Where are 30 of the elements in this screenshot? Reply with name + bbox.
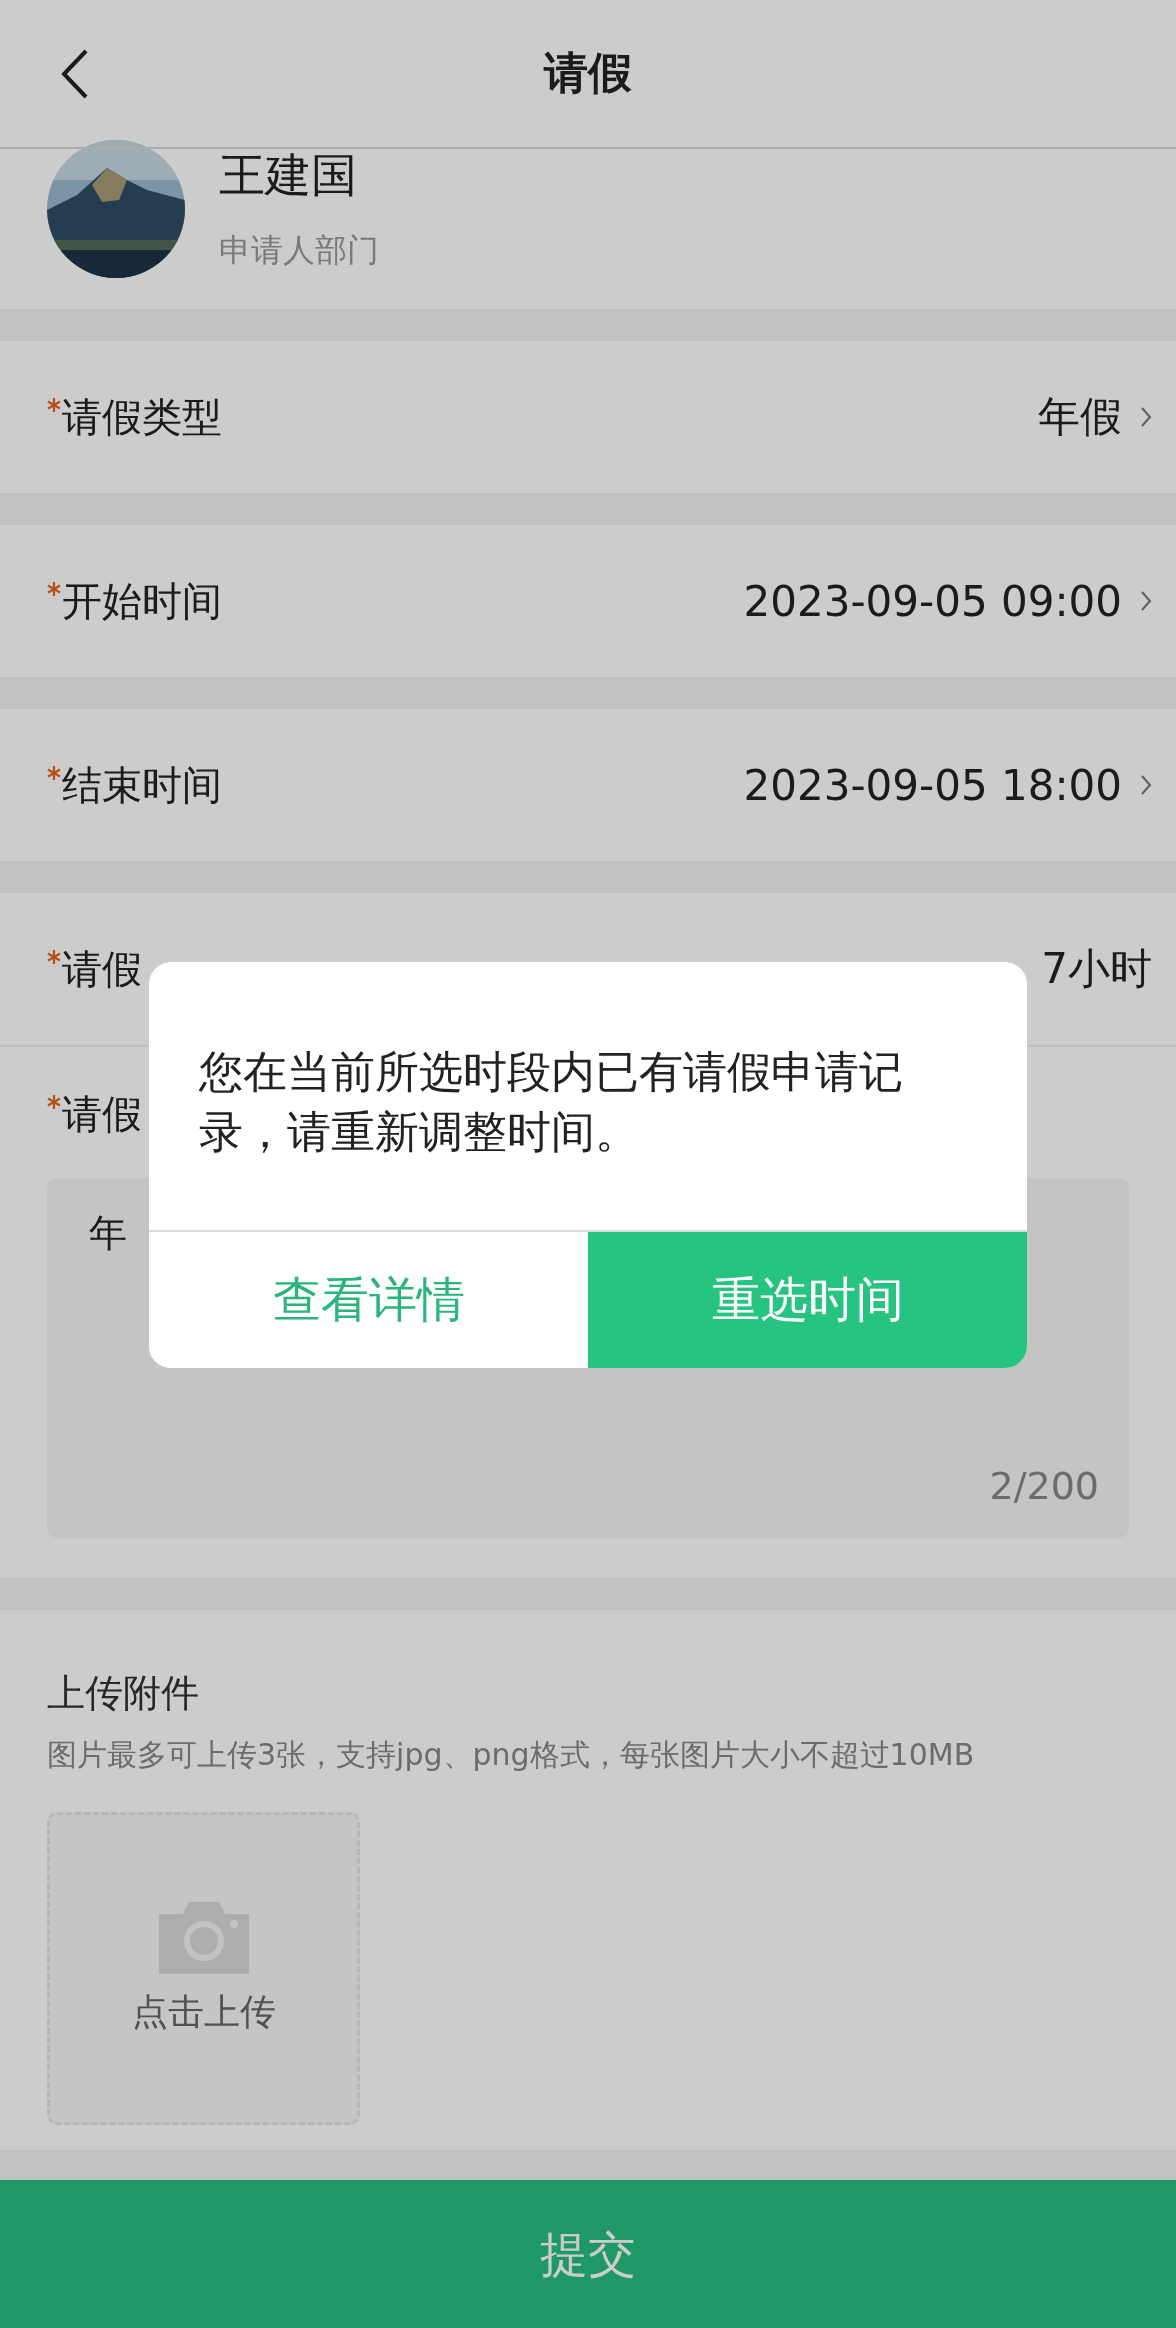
dialog-message: 您在当前所选时段内已有请假申请记录，请重新调整时间。 — [198, 1045, 904, 1159]
upload-button[interactable]: 点击上传 — [47, 1812, 360, 2125]
back-icon[interactable] — [60, 48, 90, 100]
field-label: 请假 — [62, 944, 142, 994]
chevron-right-icon — [1140, 590, 1152, 612]
applicant-name: 王建国 — [219, 147, 358, 204]
required-asterisk-icon — [47, 397, 61, 412]
page-title: 请假 — [544, 46, 632, 100]
textarea-text: 年 — [89, 1210, 127, 1257]
chevron-right-icon — [1140, 774, 1152, 796]
field-value: 7小时 — [1041, 943, 1152, 995]
field-label: 请假类型 — [62, 392, 222, 442]
character-counter: 2/200 — [989, 1464, 1099, 1508]
field-label: 结束时间 — [62, 760, 222, 810]
field-value: 年假 — [1038, 391, 1122, 443]
picker-row[interactable]: 开始时间 2023-09-05 09:00 — [0, 525, 1176, 677]
field-label: 开始时间 — [62, 576, 222, 626]
field-value: 2023-09-05 18:00 — [743, 760, 1122, 810]
section-title: 上传附件 — [47, 1670, 200, 1717]
picker-row[interactable]: 结束时间 2023-09-05 18:00 — [0, 709, 1176, 861]
chevron-right-icon — [1140, 406, 1152, 428]
upload-hint: 图片最多可上传3张，支持jpg、png格式，每张图片大小不超过10MB — [47, 1736, 976, 1774]
required-asterisk-icon — [47, 581, 61, 596]
field-value: 2023-09-05 09:00 — [743, 576, 1122, 626]
required-asterisk-icon — [47, 1095, 61, 1109]
field-label: 请假 — [62, 1090, 142, 1139]
required-asterisk-icon — [47, 949, 61, 964]
picker-row[interactable]: 请假类型 年假 — [0, 341, 1176, 493]
applicant-department: 申请人部门 — [219, 230, 379, 271]
required-asterisk-icon — [47, 765, 61, 780]
